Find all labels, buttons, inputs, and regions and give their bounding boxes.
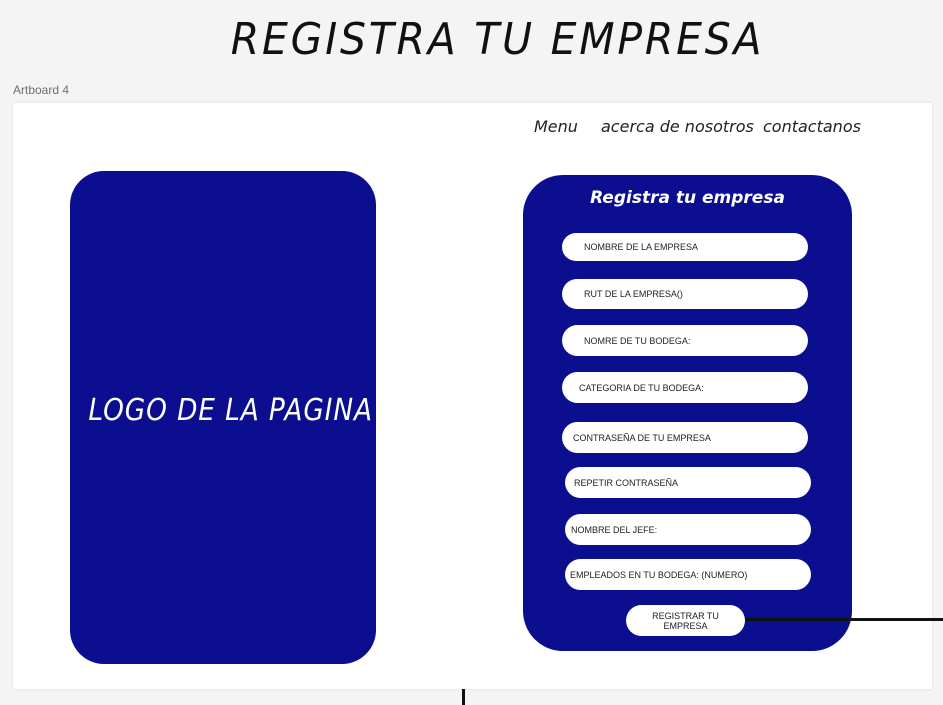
password-repeat-input[interactable]	[565, 467, 811, 498]
employees-input[interactable]	[565, 559, 811, 590]
artboard-label[interactable]: Artboard 4	[13, 83, 69, 97]
company-name-input[interactable]	[562, 233, 808, 261]
nav-about-link[interactable]: acerca de nosotros	[601, 117, 754, 136]
warehouse-category-input[interactable]	[562, 372, 808, 403]
register-company-button[interactable]: REGISTRAR TU EMPRESA	[626, 605, 745, 636]
logo-panel: LOGO DE LA PAGINA	[70, 171, 376, 664]
prototype-connector-line	[745, 618, 943, 621]
prototype-connector-line-vertical	[462, 689, 465, 705]
boss-name-input[interactable]	[565, 514, 811, 545]
password-input[interactable]	[562, 422, 808, 453]
page-title: REGISTRA TU EMPRESA	[230, 14, 765, 65]
form-title: Registra tu empresa	[590, 188, 785, 208]
nav-contact-link[interactable]: contactanos	[763, 117, 861, 136]
nav-menu-link[interactable]: Menu	[534, 117, 578, 136]
logo-placeholder-text: LOGO DE LA PAGINA	[88, 393, 373, 428]
company-rut-input[interactable]	[562, 279, 808, 309]
registration-form: Registra tu empresa REGISTRAR TU EMPRESA	[523, 175, 852, 651]
warehouse-name-input[interactable]	[562, 325, 808, 356]
